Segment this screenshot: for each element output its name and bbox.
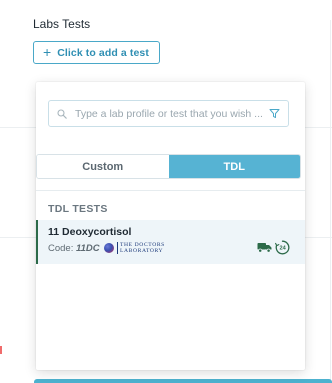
background-border	[330, 20, 331, 383]
lab-logo-text: THE DOCTORS LABORATORY	[117, 242, 165, 254]
background-marker	[0, 346, 2, 354]
section-title: Labs Tests	[33, 17, 91, 31]
test-code-value: 11DC	[76, 243, 100, 254]
clock-24-icon: 24	[275, 240, 290, 255]
lab-name-line2: LABORATORY	[120, 248, 164, 254]
tab-custom[interactable]: Custom	[37, 155, 169, 178]
test-name: 11 Deoxycortisol	[48, 226, 132, 238]
search-input[interactable]	[75, 107, 263, 120]
search-box	[48, 100, 289, 127]
test-code-label: Code:	[48, 243, 74, 254]
results-group-title: TDL TESTS	[48, 203, 108, 215]
background-divider	[0, 237, 36, 238]
test-code: Code: 11DC	[48, 243, 100, 254]
delivery-truck-icon	[257, 243, 272, 253]
source-toggle: Custom TDL	[36, 154, 301, 179]
filter-icon[interactable]	[269, 108, 280, 119]
plus-icon: +	[43, 44, 52, 60]
search-icon	[57, 108, 67, 119]
lab-logo-orb-icon	[104, 243, 114, 253]
background-bottom-bar	[34, 379, 332, 383]
page: Labs Tests + Click to add a test Custom …	[0, 0, 332, 383]
background-divider	[305, 127, 332, 128]
add-test-button[interactable]: + Click to add a test	[33, 41, 160, 64]
test-picker-dropdown: Custom TDL TDL TESTS 11 Deoxycortisol Co…	[36, 82, 305, 370]
divider	[36, 190, 305, 191]
add-test-label: Click to add a test	[57, 46, 149, 59]
background-divider	[0, 127, 36, 128]
background-divider	[305, 237, 332, 238]
turnaround-badge: 24	[279, 246, 286, 252]
test-result-row[interactable]: 11 Deoxycortisol Code: 11DC THE DOCTORS …	[36, 220, 305, 264]
tab-tdl[interactable]: TDL	[168, 155, 300, 178]
lab-logo: THE DOCTORS LABORATORY	[104, 242, 165, 254]
